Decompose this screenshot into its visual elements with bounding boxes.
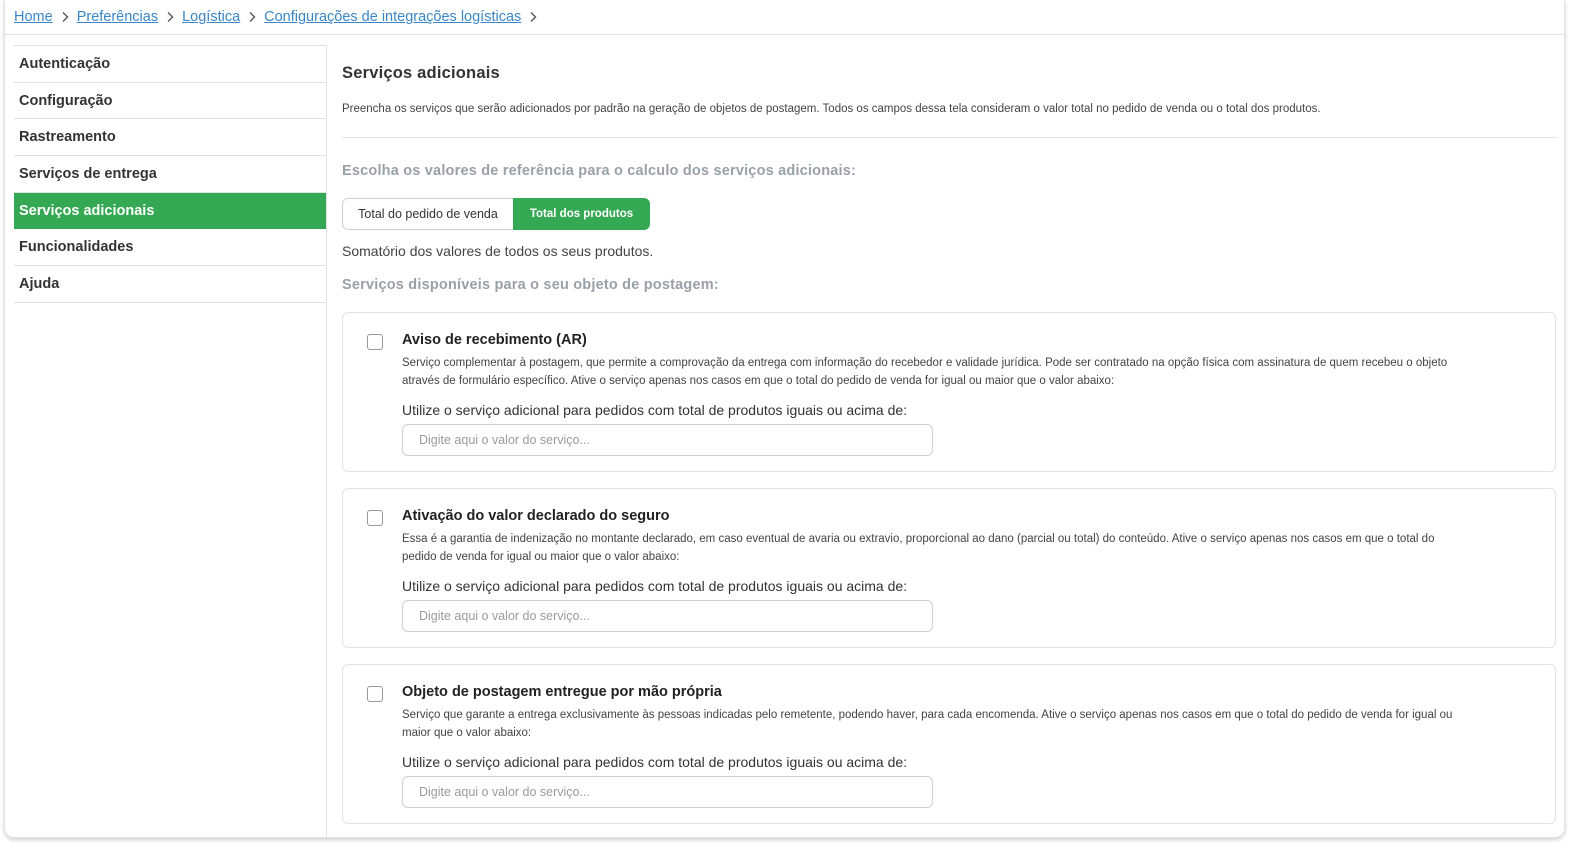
chevron-right-icon [53, 9, 77, 25]
service-card-ar: Aviso de recebimento (AR) Serviço comple… [342, 312, 1556, 472]
toggle-total-pedido-button[interactable]: Total do pedido de venda [342, 198, 513, 230]
service-description: Serviço que garante a entrega exclusivam… [402, 709, 1453, 739]
sidebar-item-configuracao[interactable]: Configuração [14, 83, 326, 120]
breadcrumb-configuracoes-link[interactable]: Configurações de integrações logísticas [264, 9, 521, 25]
service-checkbox[interactable] [367, 686, 383, 702]
reference-toggle: Total do pedido de venda Total dos produ… [342, 198, 650, 230]
chevron-right-icon [240, 9, 264, 25]
sidebar-item-autenticacao[interactable]: Autenticação [14, 46, 326, 83]
service-value-input[interactable] [402, 424, 933, 456]
service-description: Essa é a garantia de indenização no mont… [402, 533, 1435, 563]
page-description: Preencha os serviços que serão adicionad… [342, 103, 1321, 115]
page-title: Serviços adicionais [342, 64, 500, 82]
service-title: Objeto de postagem entregue por mão próp… [402, 684, 722, 700]
sidebar-item-funcionalidades[interactable]: Funcionalidades [14, 229, 326, 267]
service-field-label: Utilize o serviço adicional para pedidos… [402, 578, 908, 594]
service-title: Aviso de recebimento (AR) [402, 332, 587, 348]
service-card-mao-propria: Objeto de postagem entregue por mão próp… [342, 664, 1556, 824]
sidebar: Autenticação Configuração Rastreamento S… [14, 45, 326, 303]
services-heading: Serviços disponíveis para o seu objeto d… [342, 277, 719, 293]
toggle-note: Somatório dos valores de todos os seus p… [342, 243, 654, 259]
sidebar-item-servicos-adicionais[interactable]: Serviços adicionais [14, 192, 326, 230]
sidebar-item-ajuda[interactable]: Ajuda [14, 266, 326, 303]
sidebar-divider [326, 45, 327, 837]
service-checkbox[interactable] [367, 510, 383, 526]
chevron-right-icon [158, 9, 182, 25]
service-description: Serviço complementar à postagem, que per… [402, 357, 1448, 387]
breadcrumb-home-link[interactable]: Home [14, 9, 53, 25]
service-value-input[interactable] [402, 600, 933, 632]
service-card-seguro: Ativação do valor declarado do seguro Es… [342, 488, 1556, 648]
section-divider [342, 137, 1557, 138]
header-divider [5, 34, 1564, 35]
reference-heading: Escolha os valores de referência para o … [342, 163, 857, 179]
breadcrumb-preferencias-link[interactable]: Preferências [77, 9, 158, 25]
breadcrumb: Home Preferências Logística Configuraçõe… [14, 6, 545, 28]
service-checkbox[interactable] [367, 334, 383, 350]
breadcrumb-logistica-link[interactable]: Logística [182, 9, 240, 25]
sidebar-item-servicos-de-entrega[interactable]: Serviços de entrega [14, 156, 326, 193]
service-field-label: Utilize o serviço adicional para pedidos… [402, 402, 908, 418]
service-value-input[interactable] [402, 776, 933, 808]
sidebar-item-rastreamento[interactable]: Rastreamento [14, 119, 326, 157]
service-field-label: Utilize o serviço adicional para pedidos… [402, 754, 908, 770]
chevron-right-icon [521, 9, 545, 25]
service-title: Ativação do valor declarado do seguro [402, 508, 670, 524]
toggle-total-produtos-button[interactable]: Total dos produtos [513, 198, 650, 230]
app-window: Home Preferências Logística Configuraçõe… [4, 0, 1565, 838]
